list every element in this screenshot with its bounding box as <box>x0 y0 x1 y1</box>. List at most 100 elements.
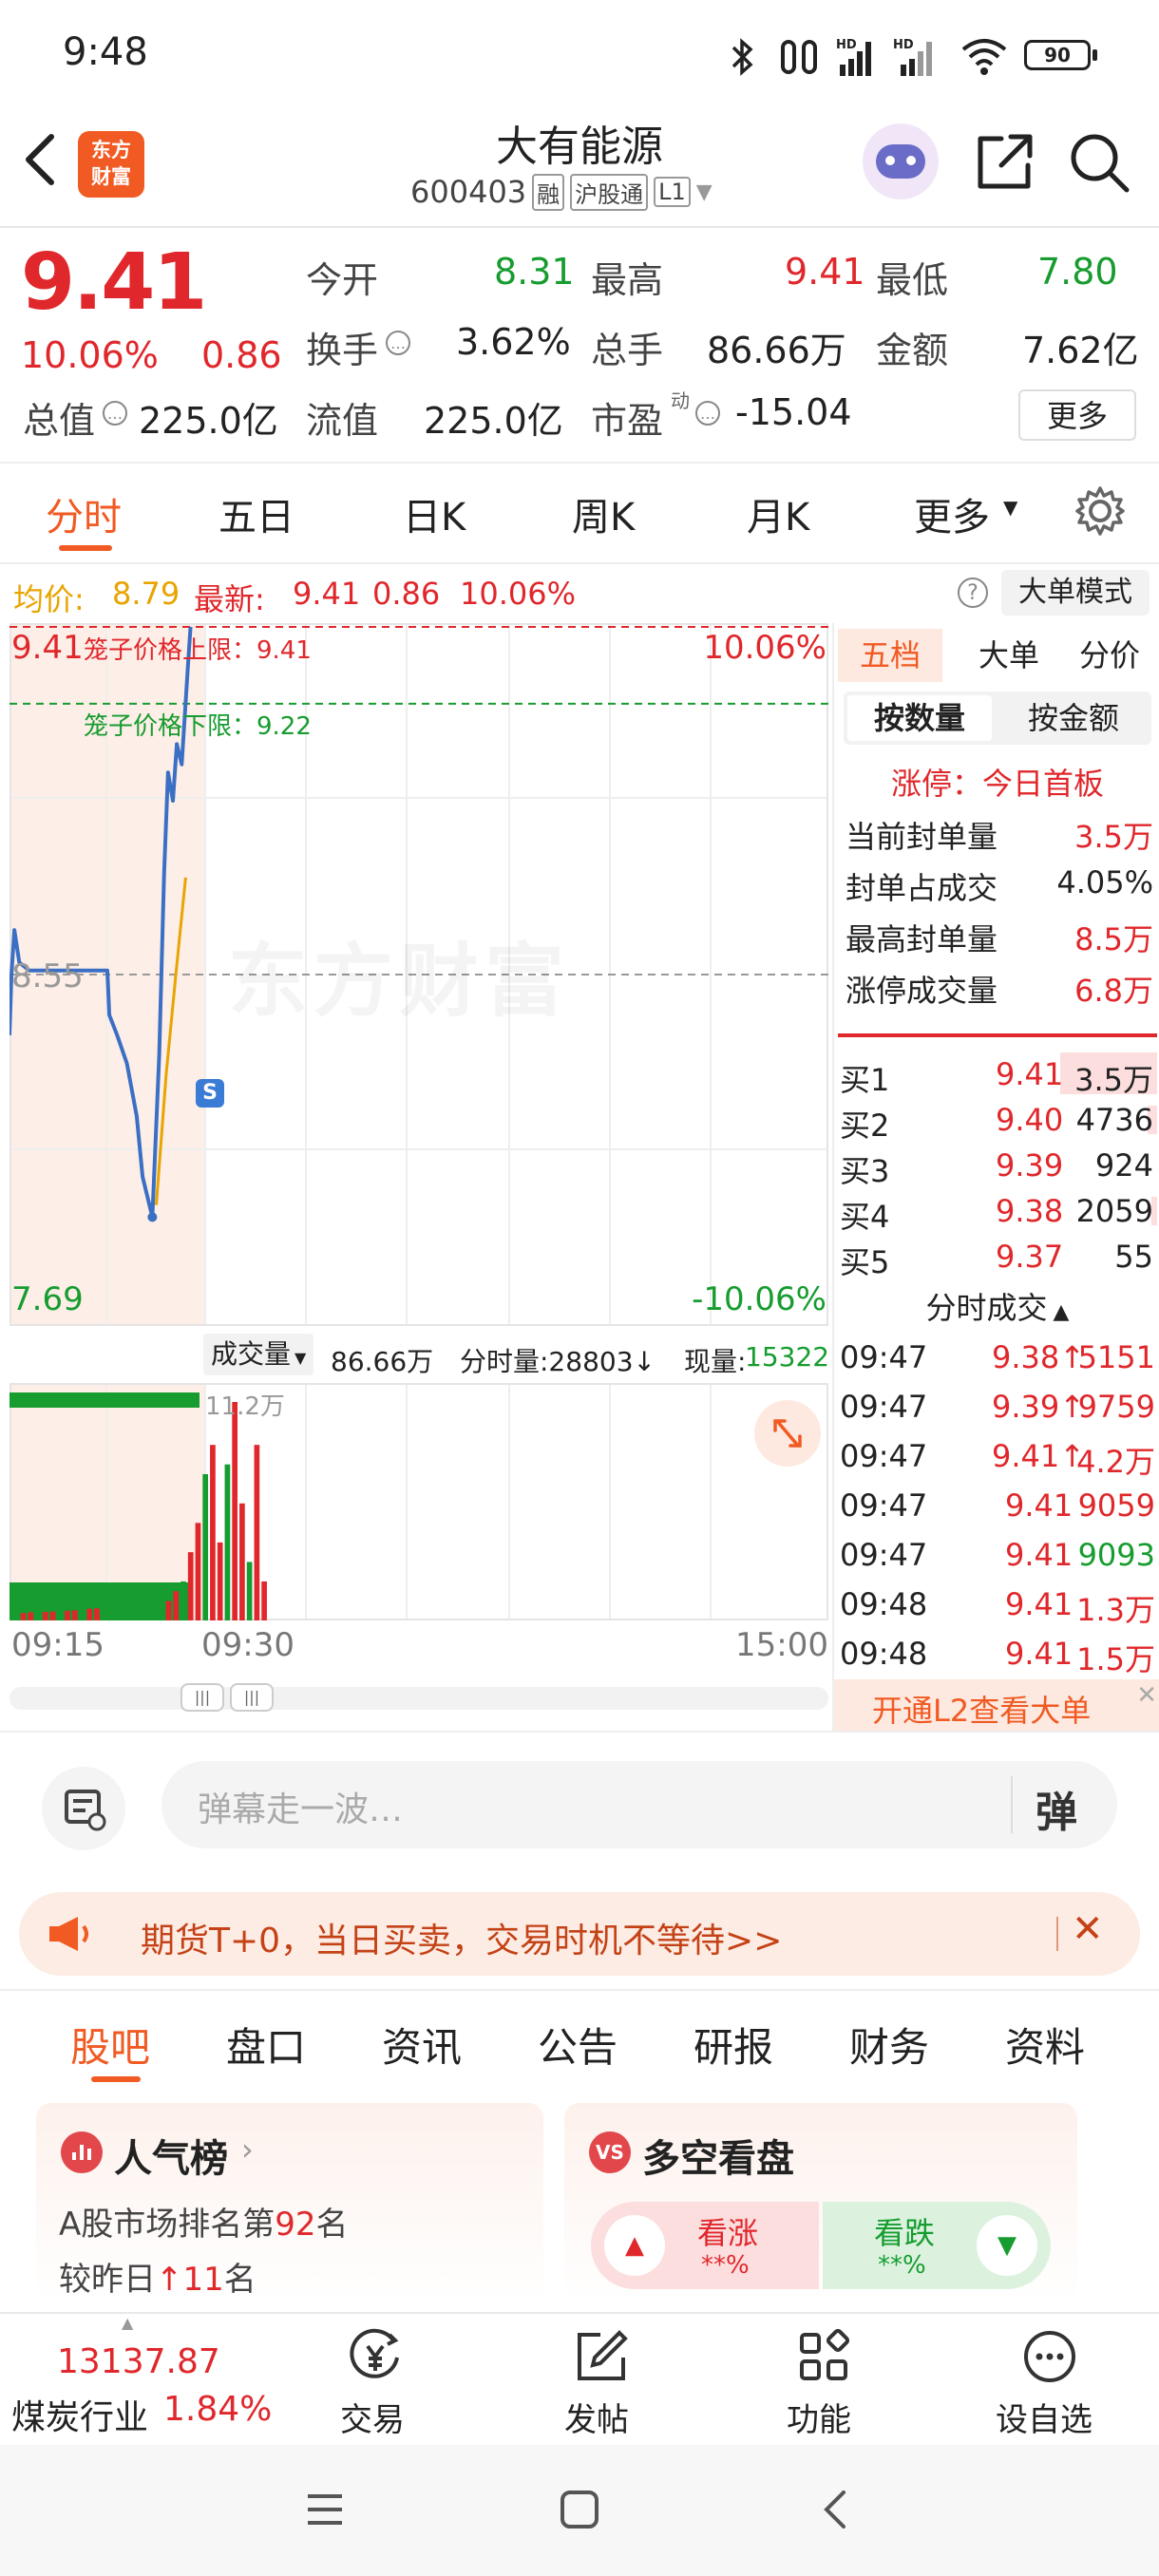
danmaku-toggle-icon[interactable]: 弹 <box>1036 1778 1077 1839</box>
trade-row-6: 09:48 9.41 1.3万 <box>834 1582 1159 1630</box>
bull-button[interactable]: ▲ 看涨 **% <box>591 2202 819 2289</box>
grid-apps-icon <box>800 2328 850 2380</box>
sentiment-title: 多空看盘 <box>642 2137 794 2181</box>
back-icon[interactable] <box>19 131 61 188</box>
dropdown-icon[interactable]: ▼ <box>696 180 712 204</box>
functions-button[interactable]: 功能 <box>770 2323 874 2439</box>
bid-price: 9.38 <box>996 1193 1064 1229</box>
mktcap-info-icon[interactable]: … <box>103 401 127 426</box>
tab-more[interactable]: 更多 <box>914 486 990 541</box>
settings-icon[interactable] <box>1074 484 1127 538</box>
panel-tab-big-order[interactable]: 大单 <box>961 629 1056 682</box>
chart-tabs: 分时 五日 日K 周K 月K 更多 ▼ <box>0 464 1159 562</box>
volume-bar <box>49 1611 56 1620</box>
tab-announcements[interactable]: 公告 <box>538 2016 618 2074</box>
tab-5day[interactable]: 五日 <box>218 486 294 541</box>
watchlist-button[interactable]: 设自选 <box>982 2323 1115 2439</box>
industry-pct: 1.84% <box>163 2390 273 2429</box>
trade-time: 09:47 <box>840 1389 928 1425</box>
bid-label: 买5 <box>840 1244 890 1280</box>
tab-monthly-k[interactable]: 月K <box>747 486 809 541</box>
menu-icon[interactable] <box>302 2487 348 2532</box>
volume-type-select[interactable]: 成交量 ▼ <box>203 1334 314 1375</box>
amount-label: 金额 <box>876 330 949 371</box>
trade-button[interactable]: 交易 <box>323 2323 428 2439</box>
slider-handle-left[interactable]: ||| <box>180 1683 224 1712</box>
collapse-icon: ▲ <box>1053 1300 1070 1324</box>
danmaku-input[interactable]: 弹幕走一波… 弹 <box>162 1761 1117 1848</box>
share-icon[interactable] <box>973 131 1036 194</box>
post-button[interactable]: 发帖 <box>547 2323 652 2439</box>
amount-value: 7.62亿 <box>1022 330 1139 371</box>
more-button[interactable]: 更多 <box>1018 389 1136 441</box>
trade-time: 09:47 <box>840 1537 928 1573</box>
edit-icon <box>578 2330 628 2380</box>
industry-index[interactable]: ▲ 13137.87 煤炭行业 1.84% <box>0 2314 276 2447</box>
volume-bar <box>210 1445 216 1620</box>
home-icon[interactable] <box>557 2487 602 2532</box>
tab-forum[interactable]: 股吧 <box>70 2016 150 2074</box>
expand-chart-icon[interactable] <box>754 1400 821 1467</box>
tab-orderbook[interactable]: 盘口 <box>226 2016 306 2074</box>
bear-button[interactable]: 看跌 **% ▼ <box>823 2202 1051 2289</box>
logo-text-2: 财富 <box>91 165 131 188</box>
trade-time: 09:47 <box>840 1438 928 1474</box>
assistant-avatar[interactable] <box>863 123 939 199</box>
tab-daily-k[interactable]: 日K <box>403 486 466 541</box>
subtab-by-qty[interactable]: 按数量 <box>847 695 992 741</box>
turnover-value: 3.62% <box>456 321 571 363</box>
subtab-by-amount[interactable]: 按金额 <box>1001 695 1146 741</box>
pe-info-icon[interactable]: … <box>695 401 720 426</box>
limit-stat-value-3: 8.5万 <box>1074 921 1153 957</box>
intraday-chart[interactable]: 东方财富 9.41 10.06% 7.69 -10.06% 8.55 笼子价格上… <box>10 623 828 1326</box>
tab-profile[interactable]: 资料 <box>1005 2016 1085 2074</box>
volume-chart[interactable]: 11.2万 <box>10 1383 828 1620</box>
subtab-group: 按数量 按金额 <box>844 691 1151 745</box>
time-axis: 09:15 09:30 15:00 <box>10 1622 828 1672</box>
trades-header[interactable]: 分时成交 ▲ <box>834 1284 1159 1328</box>
panel-tab-price-dist[interactable]: 分价 <box>1062 629 1157 682</box>
limit-stat-label-3: 最高封单量 <box>846 921 998 957</box>
help-icon[interactable]: ? <box>958 578 988 608</box>
info-icon[interactable]: … <box>386 331 410 355</box>
l2-banner[interactable]: 开通L2查看大单 ✕ <box>834 1679 1159 1731</box>
margin-badge: 融 <box>532 173 565 211</box>
mktcap-label: 总值 <box>23 400 96 442</box>
time-range-slider[interactable]: ||| ||| <box>10 1683 828 1712</box>
tab-weekly-k[interactable]: 周K <box>572 486 635 541</box>
big-order-mode-button[interactable]: 大单模式 <box>1001 570 1150 616</box>
close-ad-icon[interactable]: ✕ <box>1072 1907 1104 1951</box>
index-value: 13137.87 <box>57 2342 220 2381</box>
megaphone-icon <box>49 1917 88 1951</box>
popularity-card[interactable]: 人气榜 › A股市场排名第92名 较昨日↑11名 <box>36 2103 543 2302</box>
trade-row-7: 09:48 9.41 1.5万 <box>834 1632 1159 1679</box>
latest-change: 0.86 <box>372 576 441 612</box>
panel-tab-level5[interactable]: 五档 <box>838 629 942 682</box>
sentiment-card[interactable]: VS 多空看盘 ▲ 看涨 **% 看跌 **% ▼ <box>564 2103 1077 2302</box>
volume-bar <box>28 1612 34 1620</box>
tab-research[interactable]: 研报 <box>694 2016 773 2074</box>
top-price-label: 9.41 <box>11 629 84 667</box>
nav-back-icon[interactable] <box>813 2487 859 2532</box>
volume-header: 成交量 ▼ 86.66万 分时量:28803↓ 现量: 15322 <box>10 1328 829 1381</box>
search-icon[interactable] <box>1068 131 1130 194</box>
tab-finance[interactable]: 财务 <box>849 2016 929 2074</box>
notes-icon[interactable] <box>42 1767 125 1850</box>
bid-qty: 3.5万 <box>1074 1062 1153 1098</box>
tab-news[interactable]: 资讯 <box>382 2016 462 2074</box>
sell-marker[interactable]: S <box>196 1079 224 1108</box>
watchlist-label: 设自选 <box>996 2401 1092 2439</box>
slider-handle-right[interactable]: ||| <box>230 1683 274 1712</box>
latest-pct: 10.06% <box>460 576 577 612</box>
volume-bar <box>165 1601 172 1620</box>
tab-intraday[interactable]: 分时 <box>46 486 122 541</box>
volume-bar <box>254 1445 260 1620</box>
trade-row-3: 09:47 9.41↑ 4.2万 <box>834 1434 1159 1482</box>
close-l2-icon[interactable]: ✕ <box>1136 1681 1157 1710</box>
trade-qty: 9059 <box>1077 1487 1155 1524</box>
info-line: 均价: 8.79 最新: 9.41 0.86 10.06% ? 大单模式 <box>0 564 1159 621</box>
popularity-title: 人气榜 <box>114 2137 228 2181</box>
connect-badge: 沪股通 <box>570 173 649 211</box>
ad-banner[interactable]: 期货T+0，当日买卖，交易时机不等待>> ✕ <box>19 1892 1140 1976</box>
mktcap-value: 225.0亿 <box>139 400 278 442</box>
